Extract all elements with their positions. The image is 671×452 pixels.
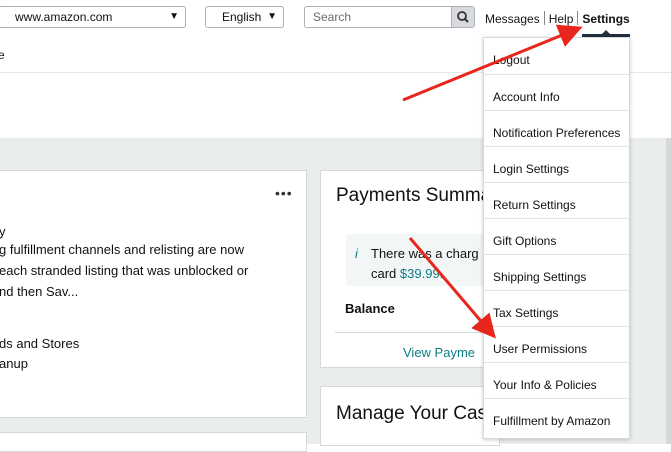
arrow-to-settings	[402, 24, 583, 102]
annotation-overlay	[402, 24, 583, 339]
arrow-to-user-permissions	[408, 237, 496, 339]
